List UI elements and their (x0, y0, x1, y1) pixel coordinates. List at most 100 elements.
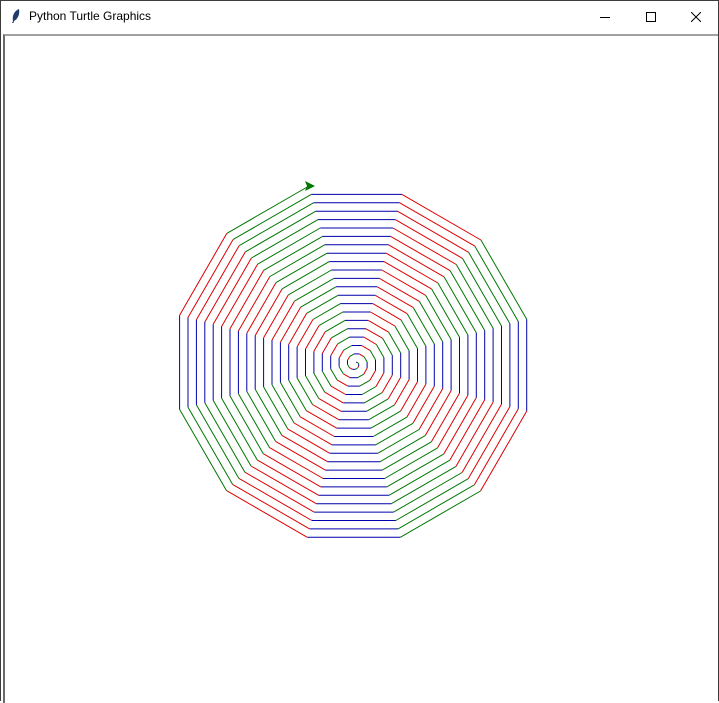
spiral-segment (222, 398, 258, 460)
spiral-segment (213, 258, 251, 324)
spiral-segment (272, 301, 295, 340)
spiral-segment (289, 313, 307, 344)
spiral-segment (364, 357, 367, 362)
spiral-segment (331, 386, 346, 394)
spiral-segment (444, 277, 476, 333)
spiral-segment (369, 405, 395, 420)
spiral-segment (373, 417, 407, 436)
spiral-segment (319, 398, 341, 411)
spiral-segment (350, 354, 354, 357)
spiral-segment (270, 245, 325, 277)
spiral-segment (366, 329, 383, 339)
spiral-segment (180, 233, 227, 315)
spiral-drawing (5, 36, 718, 703)
spiral-segment (280, 382, 300, 416)
close-button[interactable] (673, 1, 719, 32)
spiral-segment (382, 375, 392, 393)
spiral-segment (407, 384, 426, 417)
spiral-segment (358, 374, 364, 378)
spiral-segment (331, 369, 337, 380)
spiral-segment (180, 409, 227, 490)
spiral-segment (375, 295, 407, 314)
spiral-segment (300, 417, 334, 437)
title-bar[interactable]: Python Turtle Graphics (1, 1, 718, 32)
spiral-segment (391, 466, 456, 503)
spiral-segment (456, 265, 493, 329)
spiral-segment (288, 429, 330, 453)
spiral-segment (367, 399, 389, 412)
spiral-segment (344, 346, 352, 351)
spiral-segment (393, 228, 456, 265)
spiral-segment (444, 398, 477, 455)
spiral-segment (401, 382, 418, 411)
spiral-segment (263, 454, 321, 487)
spiral-segment (233, 194, 311, 239)
spiral-segment (419, 389, 443, 430)
window-title: Python Turtle Graphics (29, 9, 151, 23)
maximize-icon (646, 12, 656, 22)
spiral-segment (456, 402, 493, 466)
spiral-segment (368, 320, 388, 332)
spiral-segment (438, 395, 468, 448)
spiral-segment (258, 228, 321, 264)
spiral-segment (196, 405, 238, 478)
spiral-segment (388, 377, 400, 399)
spiral-segment (331, 329, 347, 338)
spiral-segment (331, 344, 338, 356)
spiral-segment (407, 314, 426, 347)
spiral-segment (251, 220, 318, 258)
spiral-segment (359, 354, 364, 357)
spiral-segment (238, 277, 270, 332)
spiral-segment (387, 454, 444, 487)
spiral-segment (389, 332, 401, 353)
spiral-segment (362, 387, 376, 395)
spiral-segment (391, 236, 451, 270)
minimize-icon (600, 12, 610, 22)
spiral-segment (373, 304, 401, 320)
spiral-segment (264, 295, 289, 338)
spiral-segment (188, 407, 233, 484)
spiral-segment (413, 386, 434, 423)
spiral-segment (400, 203, 475, 246)
spiral-segment (251, 466, 316, 504)
spiral-segment (364, 368, 367, 374)
spiral-segment (386, 253, 438, 283)
spiral-segment (450, 400, 485, 460)
spiral-segment (245, 472, 314, 512)
spiral-segment (382, 270, 426, 295)
spiral-segment (348, 356, 350, 360)
spiral-segment (413, 308, 434, 344)
spiral-segment (376, 423, 413, 445)
spiral-segment (474, 409, 518, 485)
minimize-button[interactable] (582, 1, 628, 32)
spiral-segment (297, 320, 313, 347)
spiral-segment (314, 332, 325, 352)
feather-icon (9, 8, 23, 24)
spiral-segment (222, 264, 258, 326)
spiral-segment (355, 368, 357, 369)
spiral-segment (338, 337, 350, 344)
spiral-segment (450, 271, 485, 331)
spiral-segment (475, 246, 519, 321)
spiral-segment (398, 485, 474, 529)
spiral-segment (364, 393, 382, 403)
spiral-segment (370, 371, 376, 381)
spiral-segment (419, 301, 442, 341)
spiral-segment (383, 338, 393, 355)
spiral-segment (205, 252, 246, 322)
spiral-segment (376, 345, 384, 358)
spiral-segment (289, 380, 307, 411)
spiral-segment (272, 385, 294, 423)
turtle-arrow-icon (305, 181, 315, 191)
spiral-segment (230, 270, 264, 329)
spiral-segment (325, 392, 344, 403)
spiral-segment (270, 448, 324, 479)
turtle-canvas[interactable] (3, 34, 718, 703)
spiral-segment (233, 484, 310, 529)
maximize-button[interactable] (628, 1, 674, 32)
spiral-segment (394, 473, 463, 513)
spiral-segment (227, 186, 309, 233)
spiral-segment (301, 287, 336, 307)
spiral-segment (425, 391, 451, 436)
spiral-segment (337, 380, 348, 386)
